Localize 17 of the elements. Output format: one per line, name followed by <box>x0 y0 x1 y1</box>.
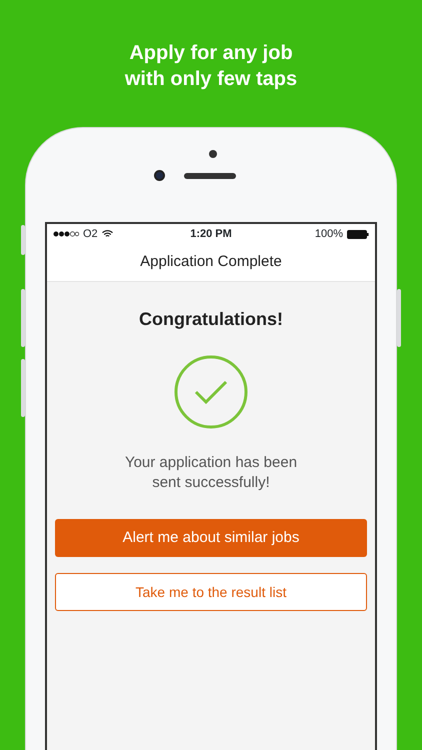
checkmark-icon <box>174 355 248 429</box>
congratulations-heading: Congratulations! <box>139 308 283 331</box>
result-list-button[interactable]: Take me to the result list <box>55 573 367 611</box>
status-time: 1:20 PM <box>190 226 232 242</box>
sensor-dot <box>209 150 217 158</box>
battery-percent: 100% <box>314 226 343 242</box>
camera-lens <box>154 170 165 181</box>
success-message: Your application has been sent successfully! <box>124 453 298 493</box>
battery-icon <box>346 230 369 238</box>
speaker-grille <box>184 173 236 179</box>
alert-button[interactable]: Alert me about similar jobs <box>55 519 367 557</box>
carrier-name: O2 <box>83 226 98 242</box>
signal-icon <box>53 231 79 237</box>
screen-title: Application Complete <box>140 252 282 272</box>
headline-line: Apply for any job <box>128 41 294 66</box>
wifi-icon <box>102 230 113 238</box>
headline-line: with only few taps <box>124 67 298 92</box>
